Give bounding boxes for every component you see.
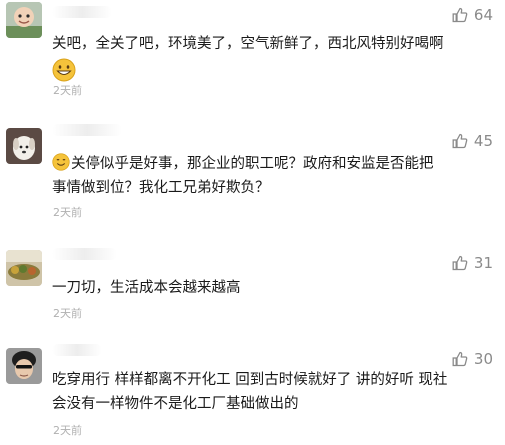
smiling-emoji-icon: [52, 153, 70, 171]
comment-time: 2天前: [53, 307, 82, 320]
comment-line-text: 关停似乎是好事，那企业的职工呢？政府和安监是否能把: [71, 156, 434, 172]
comment-text: 一刀切，生活成本会越来越高: [52, 276, 492, 300]
thumbs-up-icon: [452, 255, 468, 271]
comment-line: 事情做到位？我化工兄弟好欺负？: [52, 180, 270, 196]
comment-time: 2天前: [53, 206, 82, 219]
thumbs-up-icon: [452, 7, 468, 23]
comment-line: 关吧，全关了吧，环境美了，空气新鲜了，西北风特别好喝啊: [52, 36, 444, 52]
username[interactable]: [52, 6, 112, 18]
like-count: 64: [473, 6, 493, 24]
comment-line: 关停似乎是好事，那企业的职工呢？政府和安监是否能把: [52, 152, 492, 176]
comment-item: 31 一刀切，生活成本会越来越高 2天前: [0, 242, 505, 332]
comment-line: 一刀切，生活成本会越来越高: [52, 280, 241, 296]
like-count: 31: [473, 254, 493, 272]
like-button[interactable]: 45: [452, 132, 493, 150]
thumbs-up-icon: [452, 351, 468, 367]
thumbs-up-icon: [452, 133, 468, 149]
avatar[interactable]: [6, 250, 42, 286]
username[interactable]: [52, 124, 122, 136]
comment-line: 会没有一样物件不是化工厂基础做出的: [52, 396, 299, 412]
comment-time: 2天前: [53, 84, 82, 97]
username[interactable]: [52, 344, 102, 356]
like-count: 45: [473, 132, 493, 150]
like-button[interactable]: 64: [452, 6, 493, 24]
like-button[interactable]: 30: [452, 350, 493, 368]
username[interactable]: [52, 248, 117, 260]
comment-line: [52, 58, 492, 85]
avatar[interactable]: [6, 348, 42, 384]
avatar[interactable]: [6, 2, 42, 38]
grinning-emoji-icon: [52, 58, 76, 82]
like-count: 30: [473, 350, 493, 368]
comment-item: 30 吃穿用行 样样都离不开化工 回到古时候就好了 讲的好听 现社 会没有一样物…: [0, 340, 505, 445]
comment-text: 关吧，全关了吧，环境美了，空气新鲜了，西北风特别好喝啊: [52, 32, 492, 85]
comment-time: 2天前: [53, 424, 82, 437]
comment-line: 吃穿用行 样样都离不开化工 回到古时候就好了 讲的好听 现社: [52, 372, 448, 388]
avatar[interactable]: [6, 128, 42, 164]
comment-item: 64 关吧，全关了吧，环境美了，空气新鲜了，西北风特别好喝啊 2天前: [0, 0, 505, 110]
comment-item: 45 关停似乎是好事，那企业的职工呢？政府和安监是否能把 事情做到位？我化工兄弟…: [0, 120, 505, 230]
like-button[interactable]: 31: [452, 254, 493, 272]
comment-text: 关停似乎是好事，那企业的职工呢？政府和安监是否能把 事情做到位？我化工兄弟好欺负…: [52, 152, 492, 200]
comment-text: 吃穿用行 样样都离不开化工 回到古时候就好了 讲的好听 现社 会没有一样物件不是…: [52, 368, 492, 416]
